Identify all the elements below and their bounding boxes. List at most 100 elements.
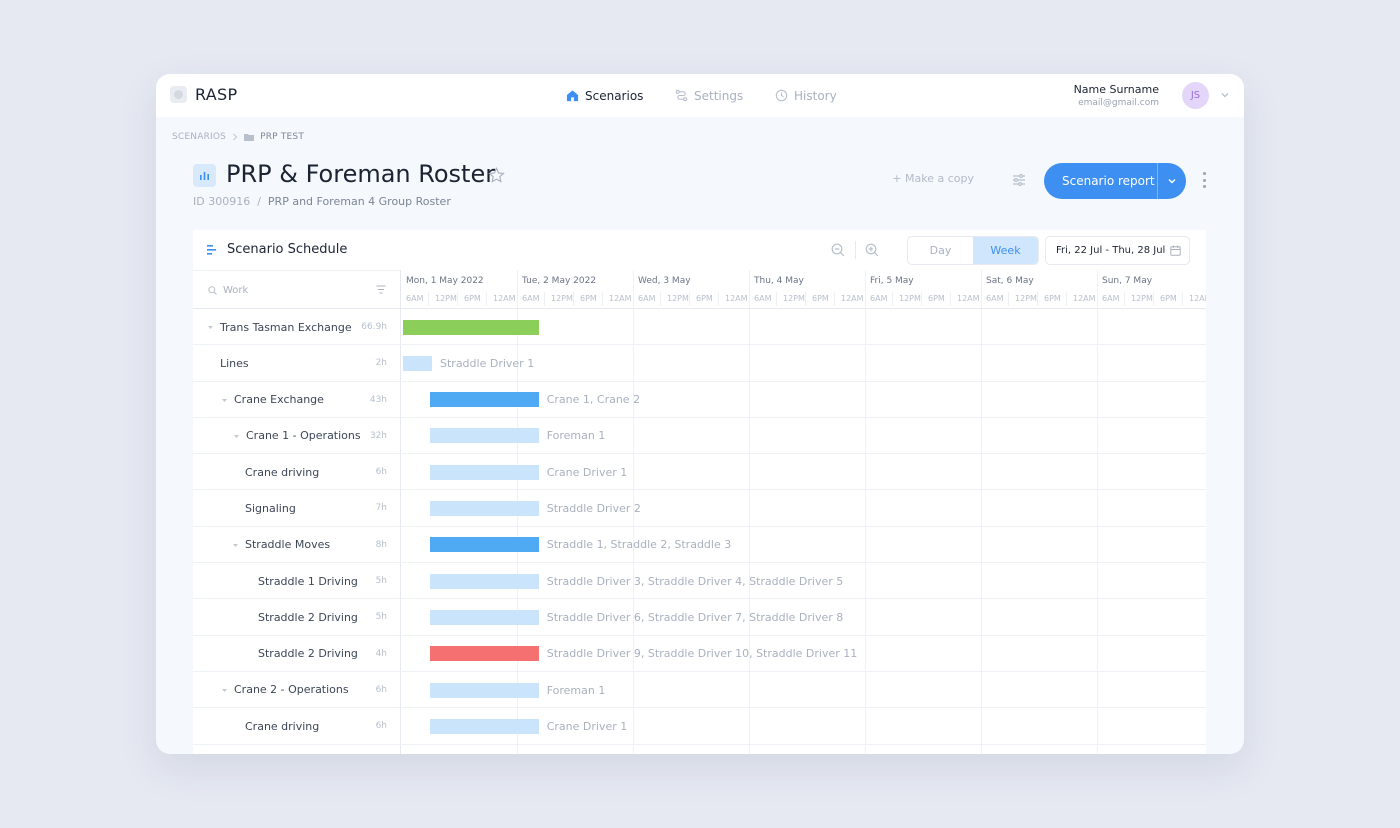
hour-label: 12AM	[493, 294, 516, 303]
row-name: Crane driving	[245, 465, 320, 479]
filter-sort-icon[interactable]	[376, 284, 386, 295]
zoom-divider	[855, 241, 856, 259]
table-row[interactable]	[193, 745, 1206, 754]
schedule-header: Scenario Schedule Day Week Fri, 22 Jul -…	[193, 230, 1206, 270]
table-row[interactable]: Trans Tasman Exchange 66.9h	[193, 309, 1206, 346]
row-hours: 6h	[375, 467, 387, 478]
breadcrumb-root[interactable]: SCENARIOS	[172, 132, 226, 142]
caret-down-icon[interactable]	[233, 433, 240, 440]
row-name: Signaling	[245, 501, 296, 515]
user-name: Name Surname	[1073, 83, 1159, 96]
day-label: Mon, 1 May 2022	[406, 276, 484, 286]
table-row[interactable]: Lines 2h	[193, 345, 1206, 382]
hour-tick	[544, 292, 545, 306]
table-row[interactable]: Straddle 1 Driving 5h	[193, 563, 1206, 600]
table-row[interactable]: Signaling 7h	[193, 490, 1206, 527]
nav-history-label: History	[794, 88, 837, 103]
table-row[interactable]: Straddle 2 Driving 4h	[193, 636, 1206, 672]
caret-down-icon[interactable]	[221, 397, 228, 404]
row-name: Straddle 1 Driving	[258, 574, 358, 588]
star-icon[interactable]	[488, 167, 505, 184]
row-name: Trans Tasman Exchange	[220, 320, 352, 334]
hour-label: 6PM	[696, 294, 713, 303]
hour-tick	[921, 292, 922, 306]
day-label: Sun, 7 May	[1102, 276, 1153, 286]
scenario-meta: ID 300916 / PRP and Foreman 4 Group Rost…	[193, 195, 451, 208]
table-row[interactable]: Crane Exchange 43h	[193, 382, 1206, 418]
day-label: Fri, 5 May	[870, 276, 914, 286]
table-row[interactable]: Crane 1 - Operations 32h	[193, 418, 1206, 455]
chevron-right-icon	[233, 133, 238, 141]
chevron-down-icon[interactable]	[1220, 90, 1230, 100]
logo-icon	[170, 86, 187, 103]
hour-tick	[486, 292, 487, 306]
sliders-icon[interactable]	[1012, 173, 1026, 187]
folder-icon	[244, 134, 255, 141]
zoom-in-icon[interactable]	[865, 243, 879, 257]
row-name: Crane 2 - Operations	[234, 683, 349, 697]
hour-label: 12PM	[1131, 294, 1153, 303]
view-week-button[interactable]: Week	[973, 237, 1038, 264]
bar-chart-icon	[193, 164, 216, 187]
work-search-input[interactable]: Work	[223, 285, 248, 296]
table-row[interactable]: Crane driving 6h	[193, 708, 1206, 745]
app-window: RASP Scenarios Settings History Name Sur…	[156, 74, 1244, 754]
top-bar: RASP Scenarios Settings History Name Sur…	[156, 74, 1244, 117]
caret-down-icon[interactable]	[207, 324, 214, 331]
hour-label: 6PM	[464, 294, 481, 303]
row-hours: 5h	[375, 612, 387, 623]
hour-label: 6PM	[928, 294, 945, 303]
scenario-id: ID 300916	[193, 195, 251, 208]
hour-label: 6PM	[1044, 294, 1061, 303]
avatar[interactable]: JS	[1182, 82, 1209, 109]
hour-label: 6AM	[522, 294, 540, 303]
hour-label: 12AM	[1189, 294, 1206, 303]
scenario-report-button[interactable]: Scenario report	[1044, 163, 1186, 199]
hour-tick	[1037, 292, 1038, 306]
hour-tick	[1066, 292, 1067, 306]
hour-tick	[428, 292, 429, 306]
hour-label: 6PM	[1160, 294, 1177, 303]
more-options-icon[interactable]	[1200, 172, 1208, 188]
table-row[interactable]: Straddle 2 Driving 5h	[193, 599, 1206, 636]
hour-label: 6AM	[986, 294, 1004, 303]
nav-settings-label: Settings	[694, 88, 744, 103]
caret-down-icon[interactable]	[221, 687, 228, 694]
row-name: Straddle 2 Driving	[258, 610, 358, 624]
hour-tick	[892, 292, 893, 306]
row-hours: 6h	[375, 684, 387, 695]
row-name: Straddle 2 Driving	[258, 647, 358, 661]
view-day-button[interactable]: Day	[908, 237, 973, 264]
row-hours: 32h	[369, 430, 387, 441]
brand-name: RASP	[195, 85, 238, 104]
table-row[interactable]: Straddle Moves 8h	[193, 527, 1206, 564]
nav-scenarios[interactable]: Scenarios	[566, 74, 643, 117]
hour-label: 12AM	[841, 294, 864, 303]
row-hours: 6h	[375, 721, 387, 732]
hour-label: 12PM	[1015, 294, 1037, 303]
nav-history[interactable]: History	[775, 74, 837, 117]
scenario-report-label: Scenario report	[1062, 174, 1155, 188]
hour-label: 12PM	[667, 294, 689, 303]
hour-tick	[1124, 292, 1125, 306]
day-label: Tue, 2 May 2022	[522, 276, 597, 286]
calendar-icon	[1170, 245, 1181, 256]
hour-label: 6AM	[1102, 294, 1120, 303]
hour-label: 6PM	[812, 294, 829, 303]
nav-settings[interactable]: Settings	[675, 74, 743, 117]
table-row[interactable]: Crane 2 - Operations 6h	[193, 672, 1206, 709]
report-menu-toggle[interactable]	[1158, 176, 1186, 186]
search-icon	[208, 286, 217, 295]
meta-separator: /	[257, 195, 261, 208]
caret-down-icon[interactable]	[232, 542, 239, 549]
date-range-picker[interactable]: Fri, 22 Jul - Thu, 28 Jul	[1045, 236, 1190, 265]
hour-tick	[1153, 292, 1154, 306]
row-hours: 2h	[375, 358, 387, 369]
clock-icon	[775, 89, 788, 102]
zoom-out-icon[interactable]	[831, 243, 845, 257]
table-row[interactable]: Crane driving 6h	[193, 454, 1206, 491]
day-label: Wed, 3 May	[638, 276, 691, 286]
make-copy-button[interactable]: + Make a copy	[892, 172, 974, 185]
hour-tick	[602, 292, 603, 306]
schedule-icon	[207, 245, 216, 255]
